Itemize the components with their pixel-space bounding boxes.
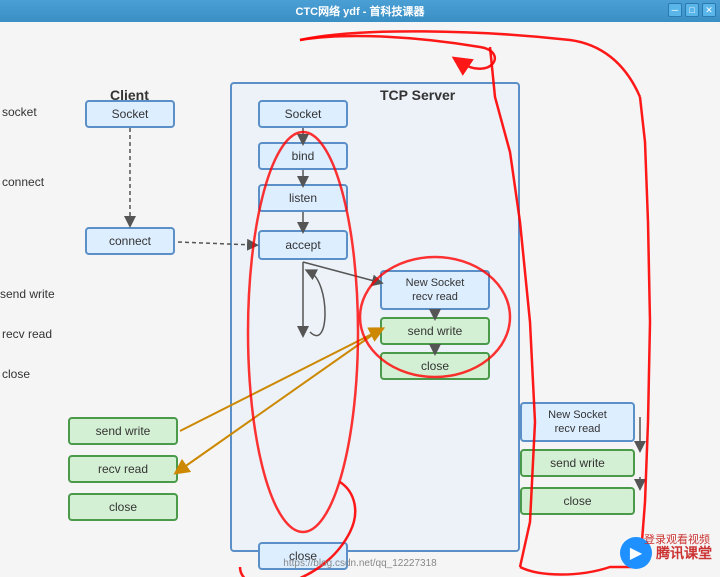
new-socket2-box: New Socket recv read xyxy=(520,402,635,442)
new-socket1-close-box: close xyxy=(380,352,490,380)
new-socket2-sendwrite-box: send write xyxy=(520,449,635,477)
window-controls: ─ □ ✕ xyxy=(668,3,716,17)
left-close-label: close xyxy=(2,367,30,381)
close-button[interactable]: ✕ xyxy=(702,3,716,17)
new-socket1-sendwrite-box: send write xyxy=(380,317,490,345)
server-accept-box: accept xyxy=(258,230,348,260)
title-bar: CTC网络 ydf - 首科技课器 ─ □ ✕ xyxy=(0,0,720,22)
window-title: CTC网络 ydf - 首科技课器 xyxy=(296,3,425,19)
client-recvread-box: recv read xyxy=(68,455,178,483)
server-socket-box: Socket xyxy=(258,100,348,128)
minimize-button[interactable]: ─ xyxy=(668,3,682,17)
main-content: TCP Server Client socket connect send wr… xyxy=(0,22,720,577)
left-connect-label: connect xyxy=(2,175,44,189)
client-close-box: close xyxy=(68,493,178,521)
client-socket-box: Socket xyxy=(85,100,175,128)
login-hint: 登录观看视频 xyxy=(644,531,710,547)
maximize-button[interactable]: □ xyxy=(685,3,699,17)
tcp-server-label: TCP Server xyxy=(380,87,455,103)
left-recvread-label: recv read xyxy=(2,327,52,341)
server-bind-box: bind xyxy=(258,142,348,170)
left-sendwrite-label: send write xyxy=(0,287,55,301)
diagram: TCP Server Client socket connect send wr… xyxy=(0,22,720,577)
client-connect-box: connect xyxy=(85,227,175,255)
new-socket2-close-box: close xyxy=(520,487,635,515)
server-listen-box: listen xyxy=(258,184,348,212)
client-sendwrite-box: send write xyxy=(68,417,178,445)
new-socket1-box: New Socket recv read xyxy=(380,270,490,310)
left-socket-label: socket xyxy=(2,105,37,119)
url-text: https://blog.csdn.net/qq_12227318 xyxy=(283,558,436,569)
